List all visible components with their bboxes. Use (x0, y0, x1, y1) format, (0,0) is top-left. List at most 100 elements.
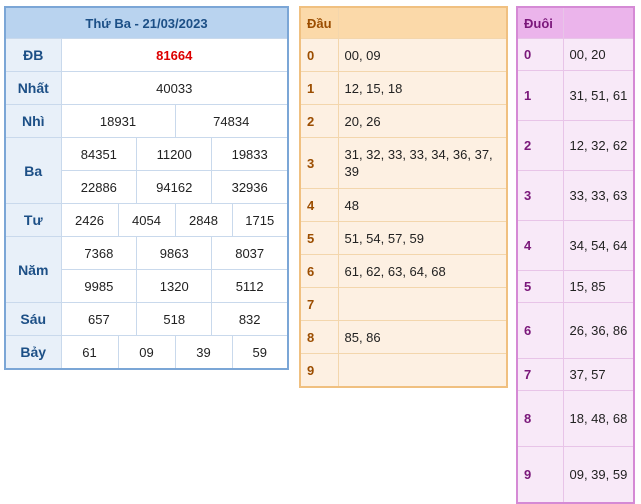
prize-number: 40033 (60, 71, 289, 105)
dau-value: 48 (337, 188, 508, 222)
prize-number: 9985 (61, 270, 138, 302)
prize-label: Nhất (4, 71, 62, 105)
prize-number: 74834 (174, 104, 289, 138)
duoi-key: 3 (516, 170, 564, 221)
duoi-row: 5 15, 85 (516, 270, 635, 303)
dau-key: 5 (299, 221, 339, 255)
dau-key: 4 (299, 188, 339, 222)
duoi-header-value (562, 6, 635, 39)
lottery-results-table: Thứ Ba - 21/03/2023 ĐB 81664 Nhất 40033 … (4, 6, 290, 370)
dau-key: 1 (299, 71, 339, 105)
prize-group: 9985 1320 5112 (60, 269, 289, 303)
dau-row: 9 (299, 353, 508, 388)
dau-row: 6 61, 62, 63, 64, 68 (299, 254, 508, 288)
prize-group: 7368 9863 8037 (60, 236, 289, 270)
dau-key: 8 (299, 320, 339, 354)
prize-row-tu: Tư 2426 4054 2848 1715 (4, 203, 289, 237)
duoi-value: 33, 33, 63 (562, 170, 635, 221)
duoi-key: 5 (516, 270, 564, 303)
duoi-key: 1 (516, 70, 564, 121)
dau-key: 0 (299, 38, 339, 72)
prize-number: 518 (136, 303, 213, 335)
dau-key: 6 (299, 254, 339, 288)
dau-row: 2 20, 26 (299, 104, 508, 138)
prize-number: 1320 (136, 270, 213, 302)
duoi-header: Đuôi (516, 6, 564, 39)
duoi-row: 3 33, 33, 63 (516, 170, 635, 221)
dau-row: 1 12, 15, 18 (299, 71, 508, 105)
prize-number: 11200 (136, 138, 213, 170)
duoi-key: 4 (516, 220, 564, 271)
prize-row-nhi: Nhì 18931 74834 (4, 104, 289, 138)
duoi-key: 8 (516, 390, 564, 447)
prize-number: 22886 (61, 171, 138, 203)
prize-label: Bảy (4, 335, 62, 370)
duoi-key: 2 (516, 120, 564, 171)
special-prize-number: 81664 (60, 38, 289, 72)
prize-group: 84351 11200 19833 (60, 137, 289, 171)
duoi-row: 6 26, 36, 86 (516, 302, 635, 359)
dau-header-row: Đầu (299, 6, 508, 39)
duoi-row: 7 37, 57 (516, 358, 635, 391)
prize-number: 2426 (60, 203, 119, 237)
dau-header-value (337, 6, 508, 39)
duoi-header-row: Đuôi (516, 6, 635, 39)
dau-value: 85, 86 (337, 320, 508, 354)
prize-number: 5112 (235, 278, 264, 294)
prize-number: 59 (231, 335, 289, 370)
duoi-value: 34, 54, 64 (562, 220, 635, 271)
prize-number: 32936 (231, 179, 268, 195)
duoi-value: 00, 20 (562, 38, 635, 71)
prize-label: ĐB (4, 38, 62, 72)
prize-number: 7368 (61, 237, 138, 269)
dau-key: 3 (299, 137, 339, 189)
prize-number: 832 (238, 311, 261, 327)
prize-label: Sáu (4, 302, 62, 336)
prize-row-sau: Sáu 657 518 832 (4, 302, 289, 336)
prize-number: 39 (174, 335, 233, 370)
dau-value (337, 353, 508, 388)
dau-key: 7 (299, 287, 339, 321)
prize-number: 19833 (231, 146, 268, 162)
dau-row: 3 31, 32, 33, 33, 34, 36, 37, 39 (299, 137, 508, 189)
prize-row-ba: Ba 84351 11200 19833 (4, 137, 289, 204)
dau-value: 12, 15, 18 (337, 71, 508, 105)
prize-label: Tư (4, 203, 62, 237)
dau-header: Đầu (299, 6, 339, 39)
duoi-value: 31, 51, 61 (562, 70, 635, 121)
prize-number: 94162 (136, 171, 213, 203)
prize-row-nam: Năm 7368 9863 8037 (4, 236, 289, 303)
prize-label: Ba (4, 137, 62, 204)
prize-number: 61 (60, 335, 119, 370)
prize-number: 8037 (235, 245, 265, 261)
prize-group: 657 518 832 (60, 302, 289, 336)
results-date-title: Thứ Ba - 21/03/2023 (4, 6, 289, 39)
prize-number: 657 (61, 303, 138, 335)
prize-number: 09 (117, 335, 176, 370)
prize-number: 84351 (61, 138, 138, 170)
prize-row-db: ĐB 81664 (4, 38, 289, 72)
prize-number: 9863 (136, 237, 213, 269)
duoi-value: 09, 39, 59 (562, 446, 635, 504)
dau-value: 51, 54, 57, 59 (337, 221, 508, 255)
dau-row: 5 51, 54, 57, 59 (299, 221, 508, 255)
prize-number: 4054 (117, 203, 176, 237)
dau-table: Đầu 0 00, 09 1 12, 15, 18 2 20, 26 3 31, 32,… (299, 6, 508, 388)
prize-label: Nhì (4, 104, 62, 138)
duoi-value: 18, 48, 68 (562, 390, 635, 447)
dau-value: 00, 09 (337, 38, 508, 72)
duoi-row: 1 31, 51, 61 (516, 70, 635, 121)
prize-number: 2848 (174, 203, 233, 237)
prize-number: 1715 (231, 203, 289, 237)
duoi-row: 0 00, 20 (516, 38, 635, 71)
dau-value: 31, 32, 33, 33, 34, 36, 37, 39 (337, 137, 508, 189)
duoi-key: 0 (516, 38, 564, 71)
duoi-value: 12, 32, 62 (562, 120, 635, 171)
dau-row: 0 00, 09 (299, 38, 508, 72)
dau-row: 8 85, 86 (299, 320, 508, 354)
duoi-row: 8 18, 48, 68 (516, 390, 635, 447)
duoi-row: 2 12, 32, 62 (516, 120, 635, 171)
duoi-key: 6 (516, 302, 564, 359)
duoi-row: 9 09, 39, 59 (516, 446, 635, 504)
dau-value: 61, 62, 63, 64, 68 (337, 254, 508, 288)
